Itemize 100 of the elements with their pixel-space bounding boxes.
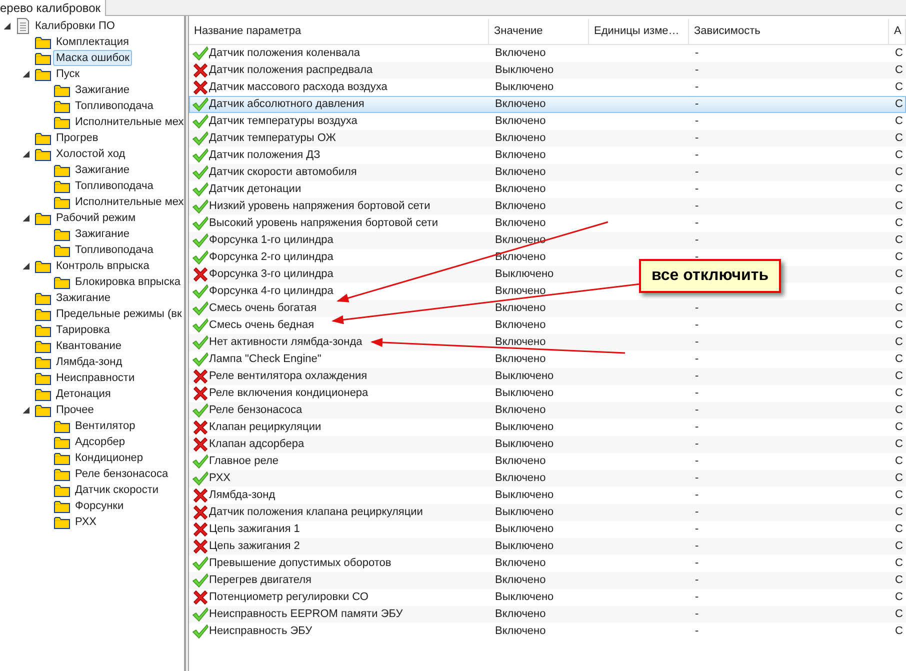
column-header[interactable]: Единицы изме… [594, 23, 680, 40]
tree-item[interactable]: Форсунки [72, 498, 127, 514]
table-cell: C [895, 47, 903, 60]
tree-item[interactable]: Тарировка [53, 322, 113, 338]
table-cell: - [695, 540, 699, 552]
tree-item[interactable]: Зажигание [72, 226, 132, 242]
tree-item[interactable]: Адсорбер [72, 434, 128, 450]
tree-item[interactable]: Исполнительные мех [72, 194, 187, 210]
table-cell-text: Клапан адсорбера [209, 437, 304, 452]
table-cell: - [695, 557, 699, 570]
tree-item[interactable]: Холостой ход [53, 146, 128, 162]
tree-item[interactable]: Кондиционер [72, 450, 146, 466]
collapse-icon[interactable] [4, 22, 11, 30]
tree-item[interactable]: Прочее [53, 402, 97, 418]
table-row[interactable]: РХХ Включено - C [189, 470, 906, 487]
folder-icon [54, 484, 70, 496]
column-header[interactable]: Название параметра [194, 23, 302, 40]
cross-icon [193, 505, 208, 520]
folder-icon [54, 436, 70, 448]
table-row[interactable]: Реле бензонасоса Включено - C [189, 402, 906, 419]
table-cell: - [695, 149, 699, 162]
table-row[interactable]: Датчик скорости автомобиля Включено - C [189, 164, 906, 181]
tree-item[interactable]: Зажигание [72, 162, 132, 178]
table-row[interactable]: Форсунка 1-го цилиндра Включено - C [189, 232, 906, 249]
table-cell: Включено [495, 302, 546, 314]
table-cell-text: Реле вентилятора охлаждения [209, 369, 368, 384]
tree-item[interactable]: Топливоподача [72, 242, 156, 258]
tree-item[interactable]: Маска ошибок [53, 50, 132, 66]
cross-icon [193, 386, 208, 401]
column-header[interactable]: А [894, 23, 902, 40]
tree-item[interactable]: РХХ [72, 514, 100, 530]
tree-item[interactable]: Рабочий режим [53, 210, 139, 226]
column-header[interactable]: Зависимость [694, 23, 760, 40]
table-row[interactable]: Датчик температуры ОЖ Включено - C [189, 130, 906, 147]
tree-item[interactable]: Пуск [53, 66, 83, 82]
table-cell-text: Датчик абсолютного давления [209, 97, 364, 112]
table-row[interactable]: Неисправность EEPROM памяти ЭБУ Включено - C [189, 606, 906, 623]
table-row[interactable]: Низкий уровень напряжения бортовой сети Включено - C [189, 198, 906, 215]
table-cell-text: Потенциометр регулировки СО [209, 590, 368, 606]
table-cell: - [695, 370, 699, 382]
table-cell-text: Датчик массового расхода воздуха [209, 80, 388, 96]
table-row[interactable]: Цепь зажигания 2 Выключено - C [189, 538, 906, 555]
folder-icon [54, 468, 70, 480]
table-cell-text: Цепь зажигания 1 [209, 522, 300, 538]
table-row[interactable]: Смесь очень богатая Включено - C [189, 300, 906, 317]
table-cell: C [895, 132, 903, 144]
table-cell: Включено [495, 472, 546, 484]
tree-item[interactable]: Датчик скорости [72, 482, 162, 498]
table-cell: - [695, 166, 699, 178]
folder-icon [35, 388, 51, 400]
table-row[interactable]: Датчик положения распредвала Выключено - C [189, 62, 906, 79]
tree-item[interactable]: Вентилятор [72, 418, 138, 434]
table-row[interactable]: Датчик положения клапана рециркуляции Выключено - C [189, 504, 906, 521]
table-cell: Включено [495, 251, 546, 264]
table-cell: - [695, 591, 699, 604]
table-cell: - [695, 472, 699, 484]
tab[interactable]: ерево калибровок [0, 0, 106, 16]
tree-item[interactable]: Топливоподача [72, 98, 156, 114]
cross-icon [193, 80, 208, 95]
collapse-icon[interactable] [23, 70, 30, 78]
table-cell: C [895, 421, 903, 434]
table-cell: Включено [495, 98, 546, 110]
table-row[interactable]: Клапан адсорбера Выключено - C [189, 436, 906, 453]
tree-item[interactable]: Предельные режимы (вк [53, 306, 185, 322]
table-cell: C [895, 387, 903, 400]
folder-icon [54, 228, 70, 240]
tree-item[interactable]: Зажигание [53, 290, 114, 306]
tree-item[interactable]: Исполнительные мех [72, 114, 187, 130]
collapse-icon[interactable] [23, 214, 30, 222]
collapse-icon[interactable] [23, 262, 30, 270]
table-cell-text: Превышение допустимых оборотов [209, 556, 392, 572]
tree-item[interactable]: Неисправности [53, 370, 138, 386]
column-header[interactable]: Значение [494, 23, 543, 40]
table-row[interactable]: Перегрев двигателя Включено - C [189, 572, 906, 589]
table-cell: C [895, 81, 903, 94]
tree-item[interactable]: Квантование [53, 338, 125, 354]
tree-item[interactable]: Комплектация [53, 34, 132, 50]
folder-icon [54, 500, 70, 512]
tree-item[interactable]: Калибровки ПО [32, 18, 118, 34]
collapse-icon[interactable] [23, 406, 30, 414]
table-cell-text: Неисправность ЭБУ [209, 624, 312, 640]
selected-row[interactable]: Датчик абсолютного давления Включено - C [189, 96, 906, 113]
table-cell: C [895, 370, 903, 382]
table-cell: C [895, 302, 903, 314]
table-row[interactable]: Реле вентилятора охлаждения Выключено - C [189, 368, 906, 385]
table-cell: C [895, 200, 903, 212]
tree-item[interactable]: Зажигание [72, 82, 132, 98]
table-row[interactable]: Нет активности лямбда-зонда Включено - C [189, 334, 906, 351]
tree-item[interactable]: Прогрев [53, 130, 102, 146]
tree-item[interactable]: Блокировка впрыска [72, 274, 184, 290]
tree-item[interactable]: Лямбда-зонд [53, 354, 126, 370]
collapse-icon[interactable] [23, 150, 30, 158]
table-cell: Включено [495, 183, 546, 196]
tree-item[interactable]: Детонация [53, 386, 114, 402]
table-cell: - [695, 523, 699, 536]
table-cell-text: Смесь очень богатая [209, 301, 317, 316]
folder-icon [35, 340, 51, 352]
tree-item[interactable]: Реле бензонасоса [72, 466, 172, 482]
tree-item[interactable]: Топливоподача [72, 178, 156, 194]
tree-item[interactable]: Контроль впрыска [53, 258, 152, 274]
